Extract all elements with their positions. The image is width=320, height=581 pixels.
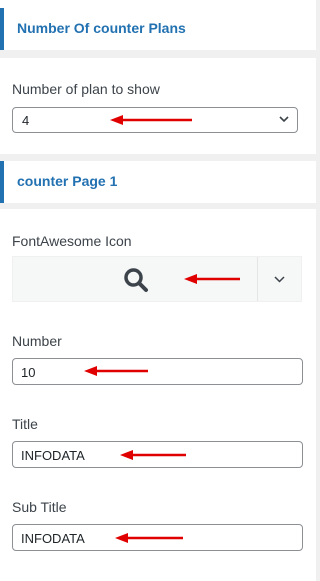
number-input[interactable]: 10 [12,358,303,385]
number-label: Number [12,333,62,349]
section-title-page1: counter Page 1 [17,173,118,189]
annotation-arrow-number [84,366,148,376]
search-icon [124,268,148,292]
chevron-down-icon [279,116,289,123]
annotation-arrow-title [120,450,186,460]
subtitle-value: INFODATA [21,531,85,546]
icon-label: FontAwesome Icon [12,233,132,249]
annotation-arrow-plan [110,115,192,125]
number-value: 10 [21,365,36,380]
annotation-arrow-subtitle [115,533,183,543]
section-title-plans: Number Of counter Plans [17,20,186,36]
title-value: INFODATA [21,448,85,463]
section-header-plans[interactable]: Number Of counter Plans [0,8,316,50]
plans-body-panel [0,58,316,154]
title-label: Title [12,416,38,432]
annotation-arrow-icon [184,274,240,284]
section-header-page1[interactable]: counter Page 1 [0,161,316,203]
icon-picker-divider [257,257,258,301]
fontawesome-icon-picker[interactable] [12,256,302,302]
plan-count-value: 4 [22,113,30,128]
subtitle-label: Sub Title [12,499,67,515]
scroll-rail[interactable] [316,0,319,581]
plan-count-label: Number of plan to show [12,81,160,97]
chevron-down-icon[interactable] [274,276,285,283]
